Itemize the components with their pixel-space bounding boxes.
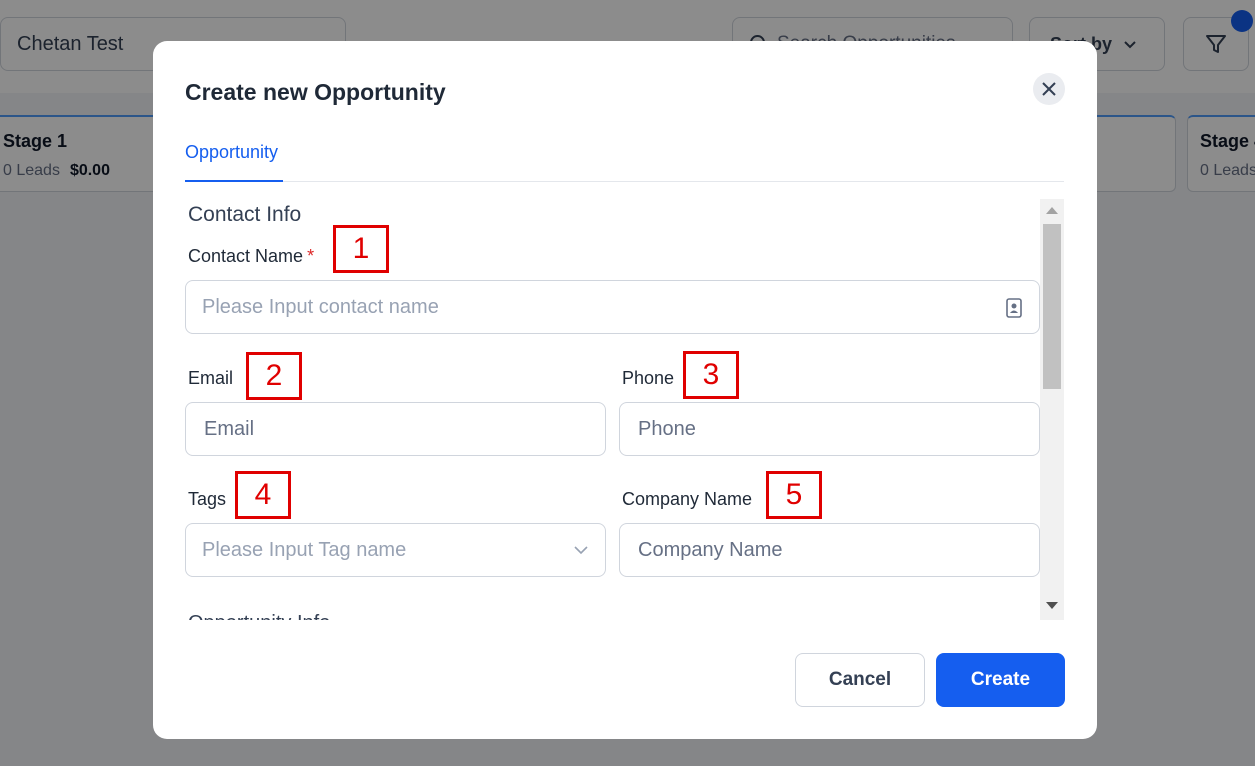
cancel-button[interactable]: Cancel bbox=[795, 653, 925, 707]
scroll-up-arrow-icon[interactable] bbox=[1046, 207, 1058, 214]
contact-name-input[interactable]: Please Input contact name bbox=[185, 280, 1040, 334]
section-title-opportunity-info: Opportunity Info bbox=[188, 612, 330, 620]
tab-active-underline bbox=[185, 180, 283, 182]
create-button[interactable]: Create bbox=[936, 653, 1065, 707]
contact-name-placeholder: Please Input contact name bbox=[202, 296, 439, 318]
annotation-marker-4: 4 bbox=[235, 471, 291, 519]
annotation-marker-3: 3 bbox=[683, 351, 739, 399]
scrollbar-thumb[interactable] bbox=[1043, 224, 1061, 389]
modal-title: Create new Opportunity bbox=[185, 79, 446, 105]
company-name-input[interactable]: Company Name bbox=[619, 523, 1040, 577]
email-label: Email bbox=[188, 368, 234, 388]
phone-label: Phone bbox=[622, 368, 675, 388]
company-name-label: Company Name bbox=[622, 489, 753, 509]
phone-input[interactable]: Phone bbox=[619, 402, 1040, 456]
contact-book-icon[interactable] bbox=[1005, 298, 1023, 318]
tags-placeholder: Please Input Tag name bbox=[202, 539, 407, 561]
create-opportunity-modal: Create new Opportunity Opportunity Conta… bbox=[153, 41, 1097, 739]
required-asterisk: * bbox=[307, 246, 315, 266]
tab-opportunity[interactable]: Opportunity bbox=[185, 142, 278, 163]
scrollbar[interactable] bbox=[1040, 199, 1064, 620]
chevron-down-icon bbox=[574, 546, 588, 555]
form-scroll-area[interactable]: Contact Info Contact Name * Please Input … bbox=[185, 199, 1065, 620]
tags-select[interactable]: Please Input Tag name bbox=[185, 523, 606, 577]
annotation-marker-2: 2 bbox=[246, 352, 302, 400]
close-button[interactable] bbox=[1033, 73, 1065, 105]
close-icon bbox=[1042, 82, 1056, 96]
annotation-marker-5: 5 bbox=[766, 471, 822, 519]
contact-name-label: Contact Name * bbox=[188, 246, 315, 266]
annotation-marker-1: 1 bbox=[333, 225, 389, 273]
tab-divider bbox=[185, 181, 1064, 182]
scroll-down-arrow-icon[interactable] bbox=[1046, 602, 1058, 609]
section-title-contact-info: Contact Info bbox=[188, 203, 302, 226]
tags-label: Tags bbox=[188, 489, 227, 509]
email-input[interactable]: Email bbox=[185, 402, 606, 456]
